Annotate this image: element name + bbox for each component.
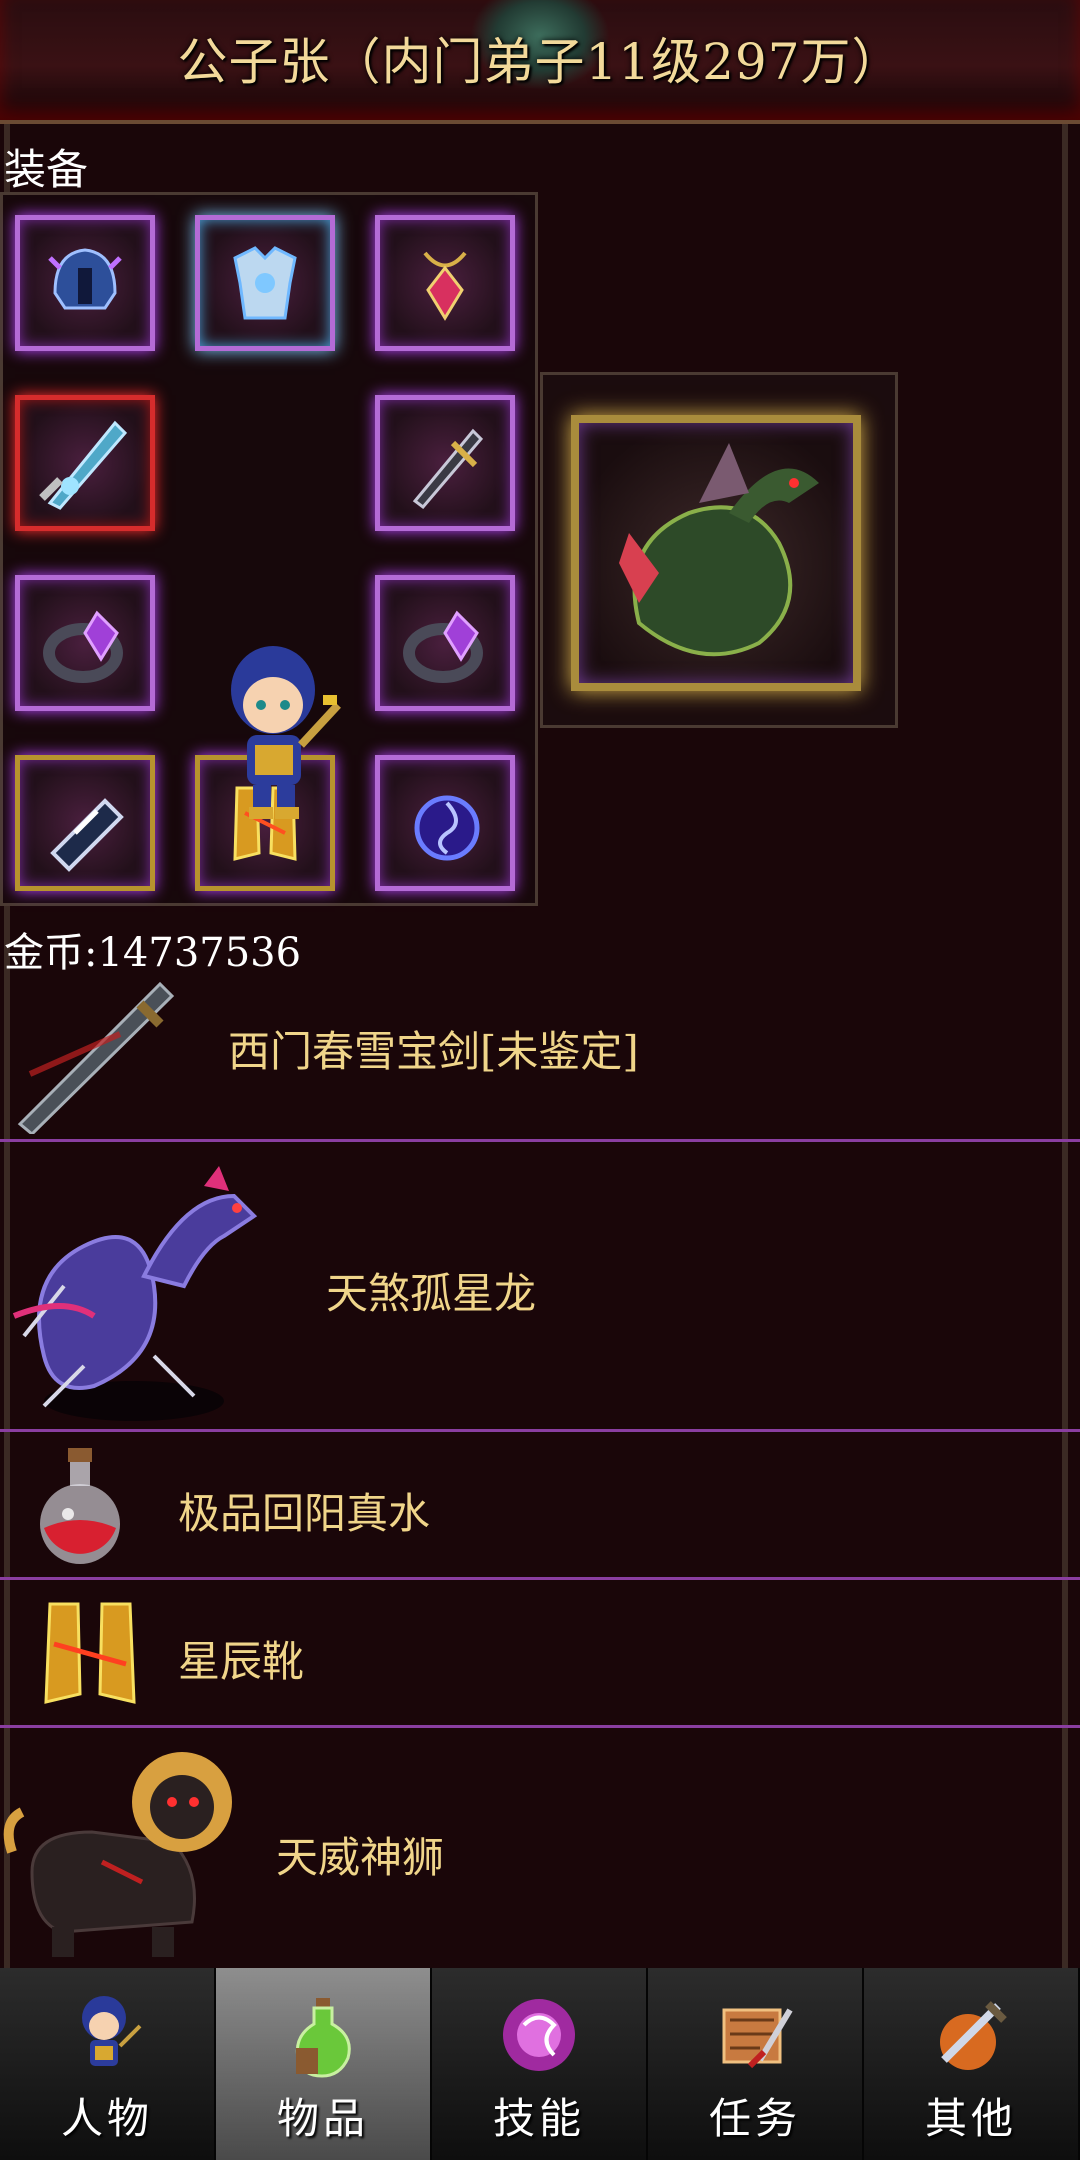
list-item[interactable]: 星辰靴 <box>0 1580 1080 1728</box>
list-item[interactable]: 天煞孤星龙 <box>0 1142 1080 1432</box>
amulet-slot[interactable] <box>375 215 515 351</box>
dagger-slot[interactable] <box>375 395 515 531</box>
ring-slot-left[interactable] <box>15 575 155 711</box>
item-name: 西门春雪宝剑[未鉴定] <box>228 1027 639 1076</box>
mount-slot[interactable] <box>571 415 861 691</box>
bottom-nav: 人物 物品 技能 任务 其他 <box>0 1968 1080 2160</box>
tab-label: 任务 <box>708 2094 801 2143</box>
other-icon <box>940 2001 1007 2070</box>
tab-skills[interactable]: 技能 <box>432 1968 648 2160</box>
mount-panel <box>540 372 898 728</box>
tab-quests[interactable]: 任务 <box>648 1968 864 2160</box>
sword-icon <box>39 420 128 510</box>
potion-icon <box>40 1448 120 1564</box>
bracer-icon <box>50 798 124 872</box>
tab-label: 其他 <box>924 2094 1017 2143</box>
dragon-icon <box>12 1166 258 1421</box>
ring-icon <box>403 610 483 683</box>
character-icon <box>82 1996 142 2066</box>
tab-items[interactable]: 物品 <box>216 1968 432 2160</box>
title-bar: 公子张（内门弟子11级297万） <box>0 0 1080 124</box>
helmet-slot[interactable] <box>15 215 155 351</box>
dagger-icon <box>412 428 484 510</box>
tab-character[interactable]: 人物 <box>0 1968 216 2160</box>
armor-icon <box>233 246 297 320</box>
item-name: 星辰靴 <box>178 1637 305 1686</box>
skills-icon <box>503 1999 575 2071</box>
tab-other[interactable]: 其他 <box>864 1968 1080 2160</box>
weapon-slot[interactable] <box>15 395 155 531</box>
tab-label: 物品 <box>276 2094 369 2143</box>
item-name: 天威神狮 <box>276 1833 445 1882</box>
character-title: 公子张（内门弟子11级297万） <box>177 33 903 91</box>
list-item[interactable]: 西门春雪宝剑[未鉴定] <box>0 968 1080 1142</box>
armor-slot[interactable] <box>195 215 335 351</box>
item-name: 极品回阳真水 <box>178 1489 431 1538</box>
ring-slot-right[interactable] <box>375 575 515 711</box>
item-name: 天煞孤星龙 <box>326 1269 537 1318</box>
list-item[interactable]: 极品回阳真水 <box>0 1432 1080 1580</box>
helmet-icon <box>48 248 122 310</box>
bracer-slot[interactable] <box>15 755 155 891</box>
equipment-label: 装备 <box>4 145 89 194</box>
lion-icon <box>3 1752 232 1957</box>
orb-icon <box>414 795 480 861</box>
boots-icon <box>44 1602 136 1704</box>
character-avatar <box>231 646 341 819</box>
ring-icon <box>43 610 123 683</box>
orb-slot[interactable] <box>375 755 515 891</box>
equipment-panel <box>0 192 538 906</box>
amulet-icon <box>423 251 467 321</box>
tab-label: 人物 <box>60 2094 153 2143</box>
quests-icon <box>722 2008 793 2069</box>
tab-label: 技能 <box>492 2094 585 2143</box>
sword-icon <box>17 981 175 1134</box>
items-icon <box>295 1998 351 2078</box>
dragon-mount-icon <box>619 443 819 657</box>
list-item[interactable]: 天威神狮 <box>0 1728 1080 1968</box>
